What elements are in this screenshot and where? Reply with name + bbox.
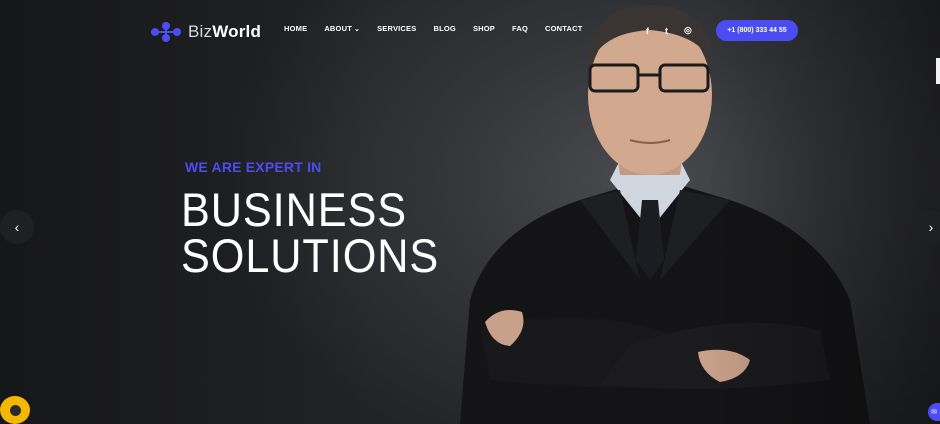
slider-next-button[interactable]: › xyxy=(914,210,940,244)
twitter-icon[interactable]: t xyxy=(665,26,668,36)
mail-button[interactable]: ✉ xyxy=(928,403,940,421)
hero-overlay xyxy=(0,0,940,424)
nav-item-faq[interactable]: FAQ xyxy=(512,24,528,33)
instagram-icon[interactable]: ◎ xyxy=(684,25,692,36)
brand-logo[interactable]: BizWorld xyxy=(150,20,261,44)
brand-name: BizWorld xyxy=(188,22,261,42)
brand-name-bold: World xyxy=(212,22,262,41)
social-links: f t ◎ xyxy=(646,25,708,36)
nav-item-about-label: ABOUT xyxy=(324,24,352,33)
logo-icon xyxy=(151,22,181,42)
nav-item-blog[interactable]: BLOG xyxy=(433,24,455,33)
phone-button[interactable]: +1 (800) 333 44 55 xyxy=(716,20,798,41)
hero-headline-line-1: BUSINESS xyxy=(181,183,408,236)
chevron-down-icon: ⌄ xyxy=(353,26,361,33)
hero-headline: BUSINESS SOLUTIONS xyxy=(181,183,462,282)
slider-prev-button[interactable]: ‹ xyxy=(0,210,34,244)
nav-item-about[interactable]: ABOUT ⌄ xyxy=(324,24,360,33)
side-tab[interactable] xyxy=(936,58,940,84)
chevron-left-icon: ‹ xyxy=(14,219,20,235)
brand-name-light: Biz xyxy=(188,22,213,41)
facebook-icon[interactable]: f xyxy=(646,26,649,36)
chevron-right-icon: › xyxy=(928,219,934,235)
main-nav: HOME ABOUT ⌄ SERVICES BLOG SHOP FAQ CONTA… xyxy=(281,24,600,33)
hero-headline-line-2: SOLUTIONS xyxy=(181,229,440,282)
nav-item-services[interactable]: SERVICES xyxy=(377,24,416,33)
nav-item-shop[interactable]: SHOP xyxy=(473,24,495,33)
chat-icon xyxy=(9,404,21,416)
hero-tagline: WE ARE EXPERT IN xyxy=(185,159,322,175)
nav-item-home[interactable]: HOME xyxy=(281,24,310,33)
chat-button[interactable] xyxy=(0,396,30,424)
nav-item-contact[interactable]: CONTACT xyxy=(545,24,583,33)
mail-icon: ✉ xyxy=(931,409,937,416)
